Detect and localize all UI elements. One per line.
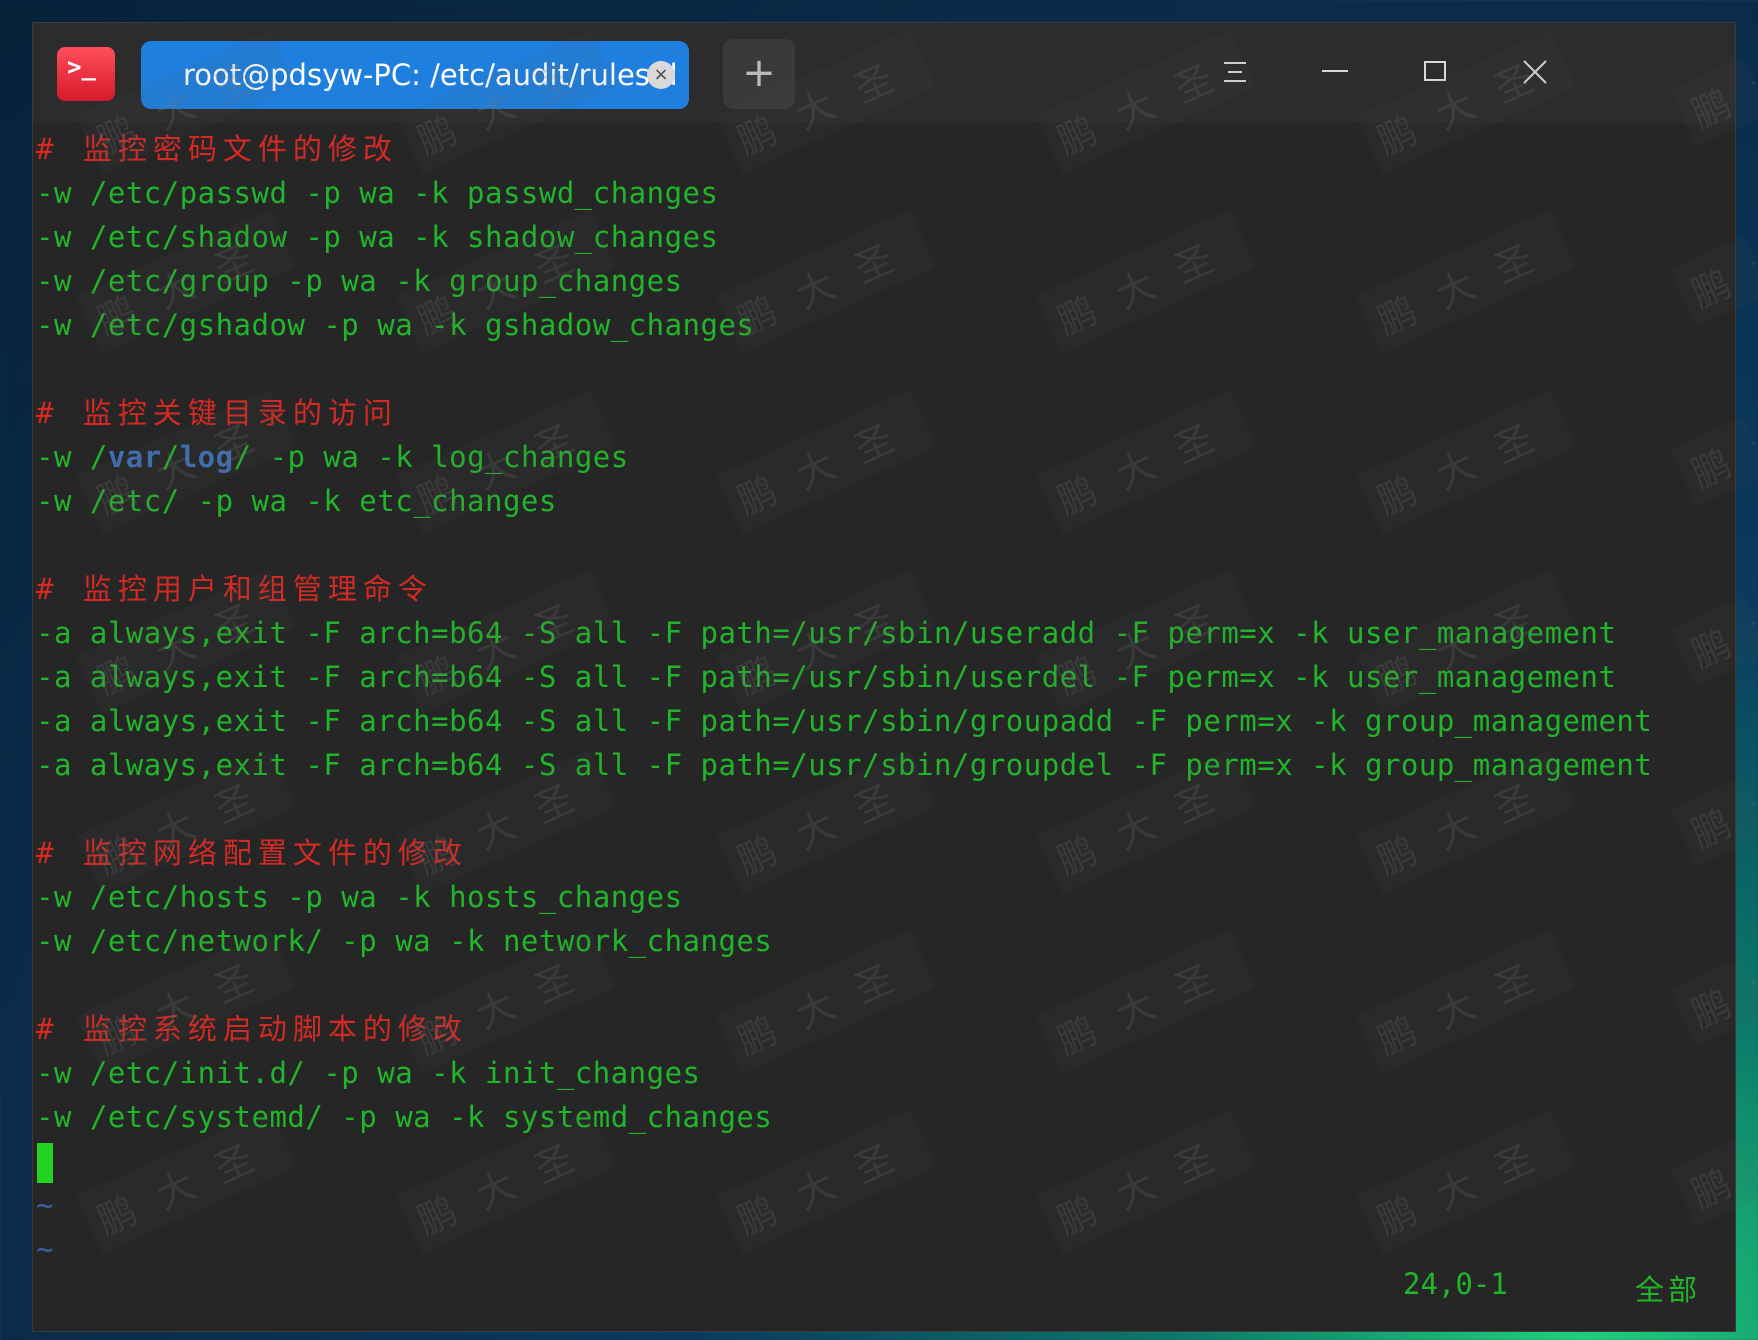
rule-line: -a always,exit -F arch=b64 -S all -F pat…	[36, 660, 1617, 694]
rule-line: -a always,exit -F arch=b64 -S all -F pat…	[36, 704, 1653, 738]
rule-line: -a always,exit -F arch=b64 -S all -F pat…	[36, 616, 1617, 650]
rule-line: -w /etc/shadow -p wa -k shadow_changes	[36, 220, 719, 254]
rule-line: -a always,exit -F arch=b64 -S all -F pat…	[36, 748, 1653, 782]
rule-line: -w /etc/ -p wa -k etc_changes	[36, 484, 557, 518]
rule-segment: / -p wa -k log_changes	[233, 440, 629, 474]
terminal-window: >_ root@pdsyw-PC: /etc/audit/rules.d × +…	[32, 22, 1736, 1332]
menu-icon[interactable]	[1207, 45, 1263, 101]
cursor-position: 24,0-1	[1403, 1267, 1508, 1301]
rule-line: -w /var/log/ -p wa -k log_changes	[33, 435, 1735, 479]
close-window-icon[interactable]	[1507, 45, 1563, 101]
title-bar: >_ root@pdsyw-PC: /etc/audit/rules.d × +	[33, 23, 1735, 123]
search-highlight: log	[179, 440, 234, 474]
text-cursor	[37, 1143, 53, 1183]
view-indicator: 全部	[1635, 1273, 1702, 1307]
rule-line: -w /etc/init.d/ -p wa -k init_changes	[36, 1056, 701, 1090]
close-tab-icon[interactable]: ×	[647, 61, 675, 89]
comment-line: # 监控用户和组管理命令	[36, 572, 433, 606]
rule-segment: -w /	[36, 440, 108, 474]
comment-line: # 监控系统启动脚本的修改	[36, 1012, 468, 1046]
new-tab-button[interactable]: +	[723, 39, 795, 109]
search-highlight: var	[107, 440, 162, 474]
tab-title: root@pdsyw-PC: /etc/audit/rules.d	[183, 58, 678, 92]
rule-line: -w /etc/hosts -p wa -k hosts_changes	[36, 880, 683, 914]
minimize-icon[interactable]	[1307, 45, 1363, 101]
rule-line: -w /etc/network/ -p wa -k network_change…	[36, 924, 773, 958]
empty-line-marker: ~	[36, 1232, 54, 1266]
cursor-line	[33, 1139, 1735, 1183]
maximize-icon[interactable]	[1407, 45, 1463, 101]
rule-line: -w /etc/gshadow -p wa -k gshadow_changes	[36, 308, 755, 342]
rule-segment: /	[161, 440, 180, 474]
terminal-app-icon[interactable]: >_	[57, 47, 115, 101]
rule-line: -w /etc/passwd -p wa -k passwd_changes	[36, 176, 719, 210]
rule-line: -w /etc/systemd/ -p wa -k systemd_change…	[36, 1100, 773, 1134]
comment-line: # 监控网络配置文件的修改	[36, 836, 468, 870]
comment-line: # 监控密码文件的修改	[36, 132, 398, 166]
comment-line: # 监控关键目录的访问	[36, 396, 398, 430]
rule-line: -w /etc/group -p wa -k group_changes	[36, 264, 683, 298]
tab-terminal[interactable]: root@pdsyw-PC: /etc/audit/rules.d ×	[141, 41, 689, 109]
editor-text-area[interactable]: # 监控密码文件的修改 -w /etc/passwd -p wa -k passw…	[33, 127, 1735, 1271]
empty-line-marker: ~	[36, 1188, 54, 1222]
